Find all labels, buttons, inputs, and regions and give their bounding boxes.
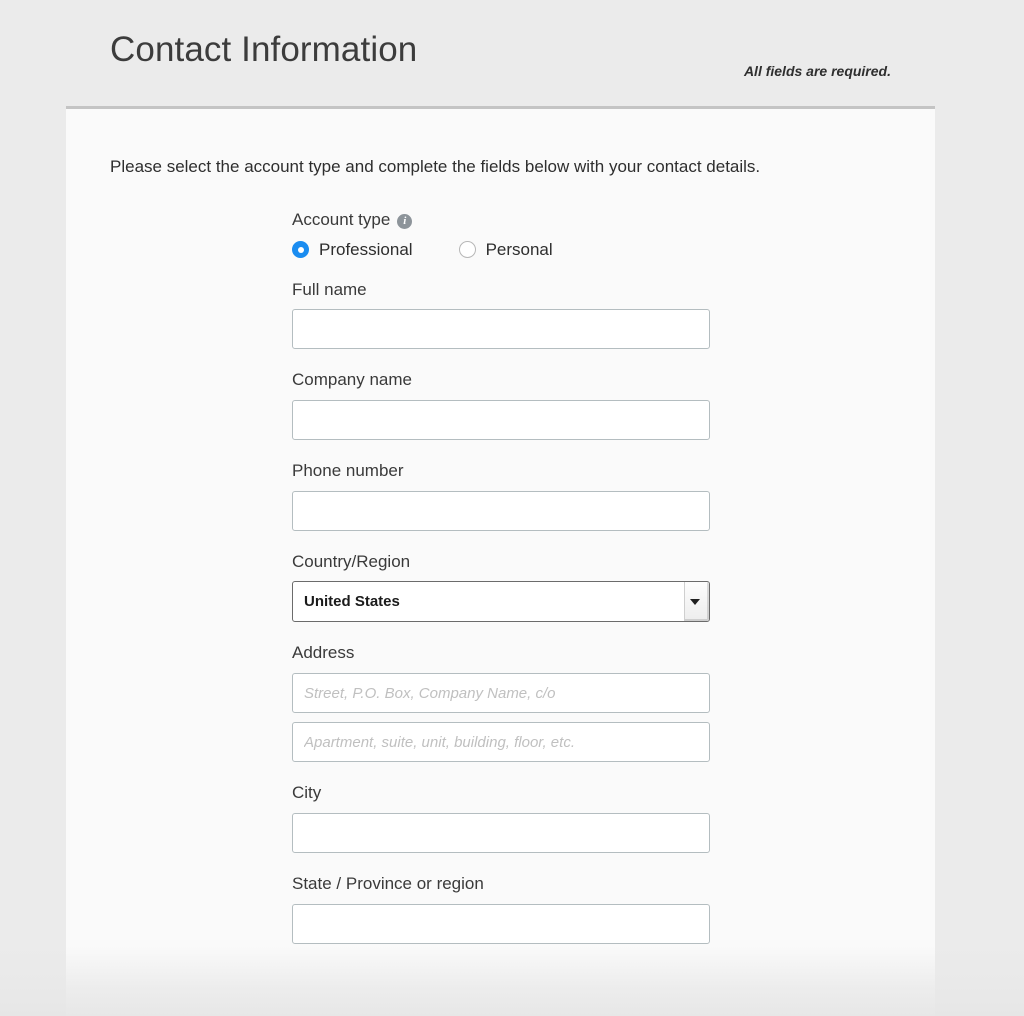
- state-province-label-text: State / Province or region: [292, 873, 484, 893]
- state-province-label: State / Province or region: [292, 873, 712, 894]
- field-state-province: State / Province or region: [292, 873, 712, 944]
- info-icon[interactable]: i: [397, 213, 413, 229]
- field-full-name: Full name: [292, 279, 712, 350]
- full-name-input[interactable]: [292, 309, 710, 350]
- account-type-label: Account type i: [292, 210, 712, 230]
- full-name-label-text: Full name: [292, 279, 367, 299]
- field-city: City: [292, 783, 712, 853]
- page-header: Contact Information All fields are requi…: [0, 0, 1024, 106]
- phone-number-input[interactable]: [292, 490, 710, 531]
- chevron-down-icon[interactable]: [684, 582, 709, 622]
- radio-button-personal[interactable]: [458, 241, 476, 259]
- radio-label-professional: Professional: [319, 239, 413, 259]
- address-line-1-input[interactable]: [292, 673, 710, 714]
- address-label-text: Address: [292, 643, 355, 663]
- country-region-select[interactable]: United States: [292, 581, 710, 623]
- radio-option-professional[interactable]: Professional: [292, 240, 413, 260]
- field-company-name: Company name: [292, 371, 712, 441]
- company-name-label-text: Company name: [292, 370, 413, 390]
- city-input[interactable]: [292, 812, 710, 853]
- contact-form: Account type i Professional Personal Ful…: [292, 210, 712, 966]
- required-fields-note: All fields are required.: [743, 63, 891, 79]
- address-line-2-input[interactable]: [292, 722, 710, 763]
- company-name-label: Company name: [292, 371, 712, 390]
- account-type-radio-group: Professional Personal: [292, 240, 712, 260]
- country-region-selected-value: United States: [304, 593, 400, 611]
- field-country-region: Country/Region United States: [292, 551, 712, 623]
- phone-number-label-text: Phone number: [292, 461, 404, 481]
- radio-label-personal: Personal: [485, 239, 553, 259]
- city-label: City: [292, 783, 712, 803]
- field-account-type: Account type i Professional Personal: [292, 210, 712, 260]
- phone-number-label: Phone number: [292, 461, 712, 481]
- radio-button-professional[interactable]: [292, 241, 309, 259]
- country-region-label-text: Country/Region: [292, 551, 411, 571]
- company-name-input[interactable]: [292, 400, 710, 441]
- page-title: Contact Information: [110, 30, 418, 69]
- chevron-down-glyph: [690, 598, 700, 605]
- full-name-label: Full name: [292, 279, 712, 300]
- field-phone-number: Phone number: [292, 461, 712, 531]
- city-label-text: City: [292, 783, 322, 803]
- country-region-label: Country/Region: [292, 551, 712, 572]
- field-address: Address: [292, 644, 712, 763]
- intro-text: Please select the account type and compl…: [110, 157, 761, 176]
- address-label: Address: [292, 644, 712, 663]
- radio-option-personal[interactable]: Personal: [458, 239, 553, 260]
- account-type-label-text: Account type: [292, 210, 391, 229]
- contact-information-card: Please select the account type and compl…: [66, 106, 935, 1016]
- state-province-input[interactable]: [292, 903, 710, 944]
